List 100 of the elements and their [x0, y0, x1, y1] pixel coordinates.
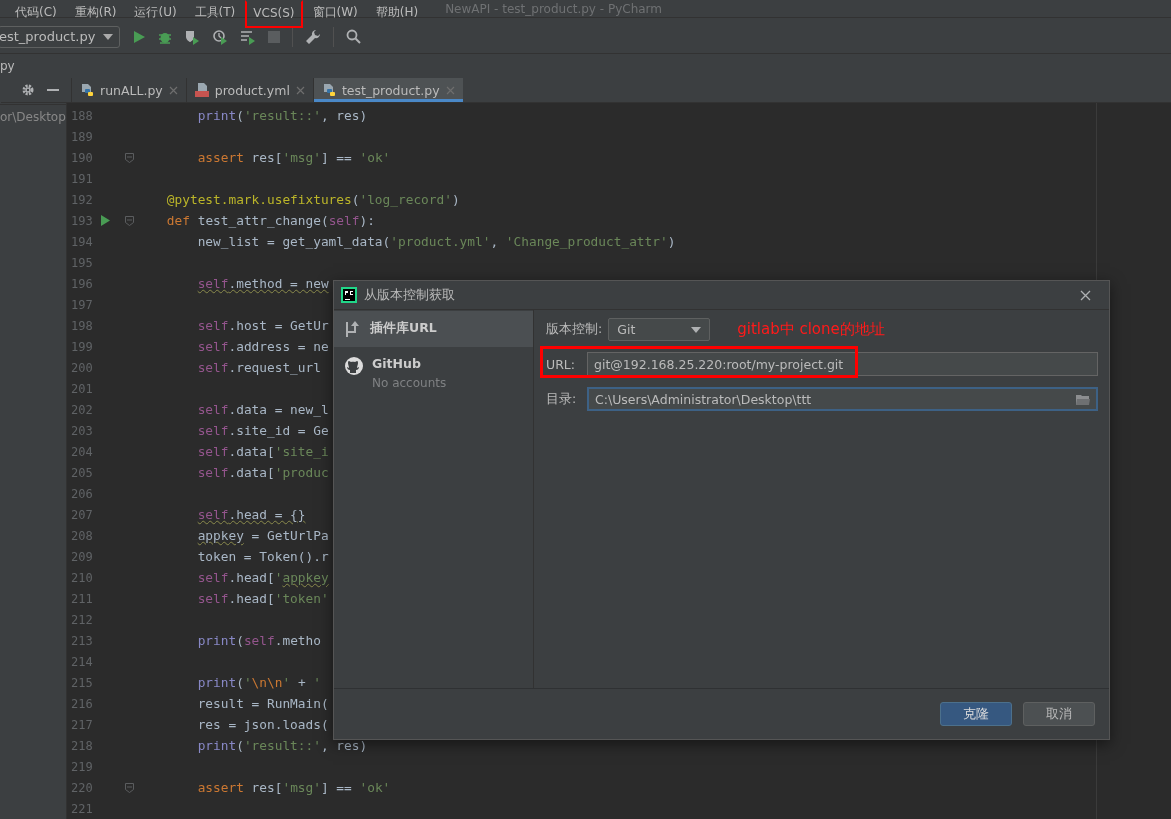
code-line: self.head['token': [196, 591, 329, 606]
breadcrumb[interactable]: py: [0, 59, 15, 73]
code-line: print('result::', res): [196, 738, 368, 753]
line-number: 218: [70, 738, 94, 753]
line-number: 193: [70, 213, 94, 228]
code-line: self.data['produc: [196, 465, 329, 480]
line-number: 198: [70, 318, 94, 333]
code-line: self.address = ne: [196, 339, 329, 354]
fold-icon[interactable]: [125, 215, 134, 226]
line-number: 195: [70, 255, 94, 270]
line-number: 194: [70, 234, 94, 249]
caret-icon: [103, 33, 114, 40]
code-line: def test_attr_change(self):: [165, 213, 375, 228]
search-icon[interactable]: [346, 29, 362, 44]
cancel-button[interactable]: 取消: [1023, 702, 1095, 726]
line-number: 212: [70, 612, 94, 627]
line-number: 220: [70, 780, 94, 795]
code-line: self.data['site_i: [196, 444, 329, 459]
code-line: appkey = GetUrlPa: [196, 528, 329, 543]
shield-run-icon[interactable]: [184, 28, 201, 45]
code-line: result = RunMain(: [196, 696, 329, 711]
line-number: 207: [70, 507, 94, 522]
url-field[interactable]: git@192.168.25.220:root/my-project.git: [587, 352, 1098, 376]
field-label: URL:: [546, 356, 576, 372]
line-number: 217: [70, 717, 94, 732]
code-line: self.method = new: [196, 276, 329, 291]
code-line: res = json.loads(: [196, 717, 329, 732]
editor-tab[interactable]: runALL.py: [71, 78, 186, 102]
fold-icon[interactable]: [125, 782, 134, 793]
line-number: 203: [70, 423, 94, 438]
stop-icon[interactable]: [268, 30, 281, 43]
line-number: 192: [70, 192, 94, 207]
line-number: 221: [70, 801, 94, 816]
code-line: self.head['appkey: [196, 570, 329, 585]
code-line: new_list = get_yaml_data('product.yml', 'Change_product_attr'): [196, 234, 676, 249]
vcs-dropdown[interactable]: Git: [608, 318, 711, 341]
project-path: or\Desktop: [0, 109, 66, 124]
code-line: self.data = new_l: [196, 402, 329, 417]
dialog-title: 从版本控制获取: [364, 286, 455, 304]
line-number: 206: [70, 486, 94, 501]
run-config-dropdown[interactable]: est_product.py: [0, 25, 121, 48]
field-label: 目录:: [546, 390, 578, 408]
code-line: self.request_url: [196, 360, 321, 375]
code-line: assert res['msg'] == 'ok': [196, 150, 391, 165]
github-icon: [344, 356, 364, 376]
caret-icon: [691, 326, 702, 333]
line-number: 216: [70, 696, 94, 711]
branch-arrow-icon: [344, 320, 362, 338]
code-line: self.site_id = Ge: [196, 423, 329, 438]
list-run-icon[interactable]: [240, 28, 257, 45]
line-number: 200: [70, 360, 94, 375]
line-number: 208: [70, 528, 94, 543]
menu-item[interactable]: 运行(U): [126, 0, 185, 29]
close-icon[interactable]: [295, 85, 305, 95]
line-number: 196: [70, 276, 94, 291]
field-label: 版本控制:: [546, 321, 603, 338]
line-number: 215: [70, 675, 94, 690]
code-line: token = Token().r: [196, 549, 329, 564]
code-line: print('\n\n' + ': [196, 675, 321, 690]
menu-item[interactable]: 工具(T): [186, 0, 244, 29]
editor-tab[interactable]: product.yml: [185, 78, 313, 102]
code-line: @pytest.mark.usefixtures('log_record'): [165, 192, 460, 207]
line-number: 201: [70, 381, 94, 396]
menu-item[interactable]: 帮助(H): [367, 0, 427, 29]
python-file-icon: [321, 83, 336, 97]
line-number: 211: [70, 591, 94, 606]
line-number: 188: [70, 108, 94, 123]
line-number: 190: [70, 150, 94, 165]
line-number: 209: [70, 549, 94, 564]
run-icon[interactable]: [101, 215, 110, 226]
line-number: 204: [70, 444, 94, 459]
nav-label: 插件库URL: [370, 320, 437, 337]
nav-subtitle: No accounts: [372, 376, 447, 390]
code-line: self.host = GetUr: [196, 318, 329, 333]
app-logo-icon: [341, 287, 357, 303]
line-number: 202: [70, 402, 94, 417]
nav-item[interactable]: GitHub No accounts: [334, 347, 533, 399]
close-icon[interactable]: [1080, 289, 1091, 301]
line-number: 197: [70, 297, 94, 312]
line-number: 205: [70, 465, 94, 480]
wrench-icon[interactable]: [305, 28, 322, 45]
code-line: print('result::', res): [196, 108, 368, 123]
close-icon[interactable]: [168, 85, 178, 95]
clone-button[interactable]: 克隆: [940, 702, 1012, 726]
line-number: 214: [70, 654, 94, 669]
run-icon[interactable]: [132, 29, 147, 44]
menu-item[interactable]: 窗口(W): [304, 0, 366, 29]
nav-item[interactable]: 插件库URL: [334, 311, 533, 347]
editor-tab[interactable]: test_product.py: [312, 78, 463, 102]
line-number: 210: [70, 570, 94, 585]
python-file-icon: [80, 83, 94, 97]
clock-run-icon[interactable]: [212, 28, 229, 45]
code-line: print(self.metho: [196, 633, 321, 648]
line-number: 213: [70, 633, 94, 648]
directory-field[interactable]: C:\Users\Administrator\Desktop\ttt: [587, 387, 1098, 411]
code-line: self.head = {}: [196, 507, 306, 522]
fold-icon[interactable]: [125, 152, 134, 163]
folder-icon[interactable]: [1076, 393, 1090, 405]
settings-icon[interactable]: [21, 83, 35, 97]
nav-label: GitHub: [372, 356, 422, 371]
